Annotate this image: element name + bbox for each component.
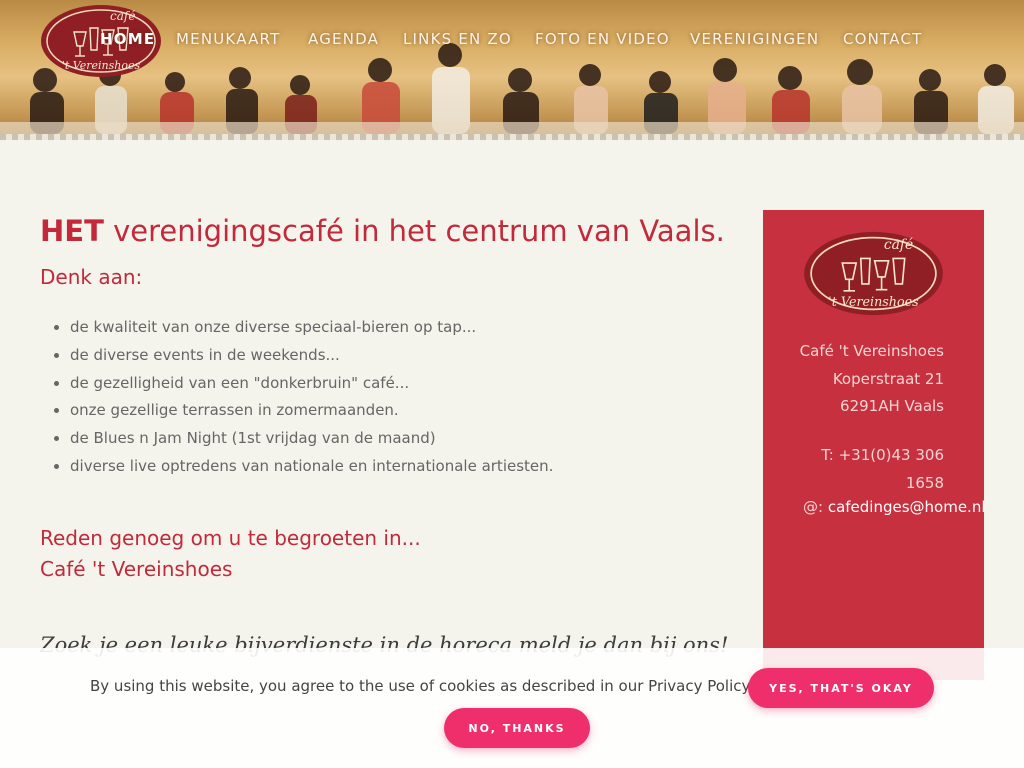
email-row: @: cafedinges@home.nl xyxy=(803,496,986,518)
nav-links-en-zo[interactable]: LINKS EN ZO xyxy=(403,30,512,48)
nav-verenigingen[interactable]: VERENIGINGEN xyxy=(690,30,819,48)
welcome-heading: Reden genoeg om u te begroeten in... Caf… xyxy=(40,523,740,585)
header-divider xyxy=(0,134,1024,140)
svg-text:'t Vereinshoes: 't Vereinshoes xyxy=(62,59,141,72)
svg-text:café: café xyxy=(884,237,913,253)
contact-sidebar: café 't Vereinshoes Café 't Vereinshoes … xyxy=(763,210,986,680)
list-item: de gezelligheid van een "donkerbruin" ca… xyxy=(70,370,740,398)
nav-foto-en-video[interactable]: FOTO EN VIDEO xyxy=(535,30,670,48)
cookie-banner: By using this website, you agree to the … xyxy=(0,648,1024,768)
phone-number: T: +31(0)43 306 1658 xyxy=(821,446,944,492)
cafe-name: Café 't Vereinshoes xyxy=(799,342,944,360)
list-item: de diverse events in de weekends... xyxy=(70,342,740,370)
nav-menukaart[interactable]: MENUKAART xyxy=(176,30,280,48)
list-item: de Blues n Jam Night (1st vrijdag van de… xyxy=(70,425,740,453)
sidebar-cafe-logo: café 't Vereinshoes xyxy=(804,231,943,316)
nav-contact[interactable]: CONTACT xyxy=(843,30,923,48)
svg-text:'t Vereinshoes: 't Vereinshoes xyxy=(828,294,919,309)
nav-agenda[interactable]: AGENDA xyxy=(308,30,379,48)
street: Koperstraat 21 xyxy=(832,369,944,388)
page-title: HET verenigingscafé in het centrum van V… xyxy=(40,210,740,252)
email-link[interactable]: cafedinges@home.nl xyxy=(828,498,986,516)
city: 6291AH Vaals xyxy=(840,397,944,415)
list-item: onze gezellige terrassen in zomermaanden… xyxy=(70,397,740,425)
nav-home[interactable]: HOME xyxy=(100,30,155,48)
decline-cookies-button[interactable]: NO, THANKS xyxy=(444,708,590,748)
subheading: Denk aan: xyxy=(40,265,143,289)
main-content: HET verenigingscafé in het centrum van V… xyxy=(40,210,740,657)
address-block: Café 't Vereinshoes Koperstraat 21 6291A… xyxy=(800,338,944,421)
headline-bold: HET xyxy=(40,214,104,248)
list-item: de kwaliteit van onze diverse speciaal-b… xyxy=(70,314,740,342)
svg-text:café: café xyxy=(110,9,135,23)
welcome-line-1: Reden genoeg om u te begroeten in... xyxy=(40,525,421,550)
cookie-text: By using this website, you agree to the … xyxy=(90,677,754,695)
accept-cookies-button[interactable]: YES, THAT'S OKAY xyxy=(748,668,934,708)
welcome-line-2: Café 't Vereinshoes xyxy=(40,556,233,581)
list-item: diverse live optredens van nationale en … xyxy=(70,453,740,481)
headline-rest: verenigingscafé in het centrum van Vaals… xyxy=(103,214,725,248)
feature-list: de kwaliteit van onze diverse speciaal-b… xyxy=(40,314,740,481)
email-prefix: @: xyxy=(803,498,828,516)
